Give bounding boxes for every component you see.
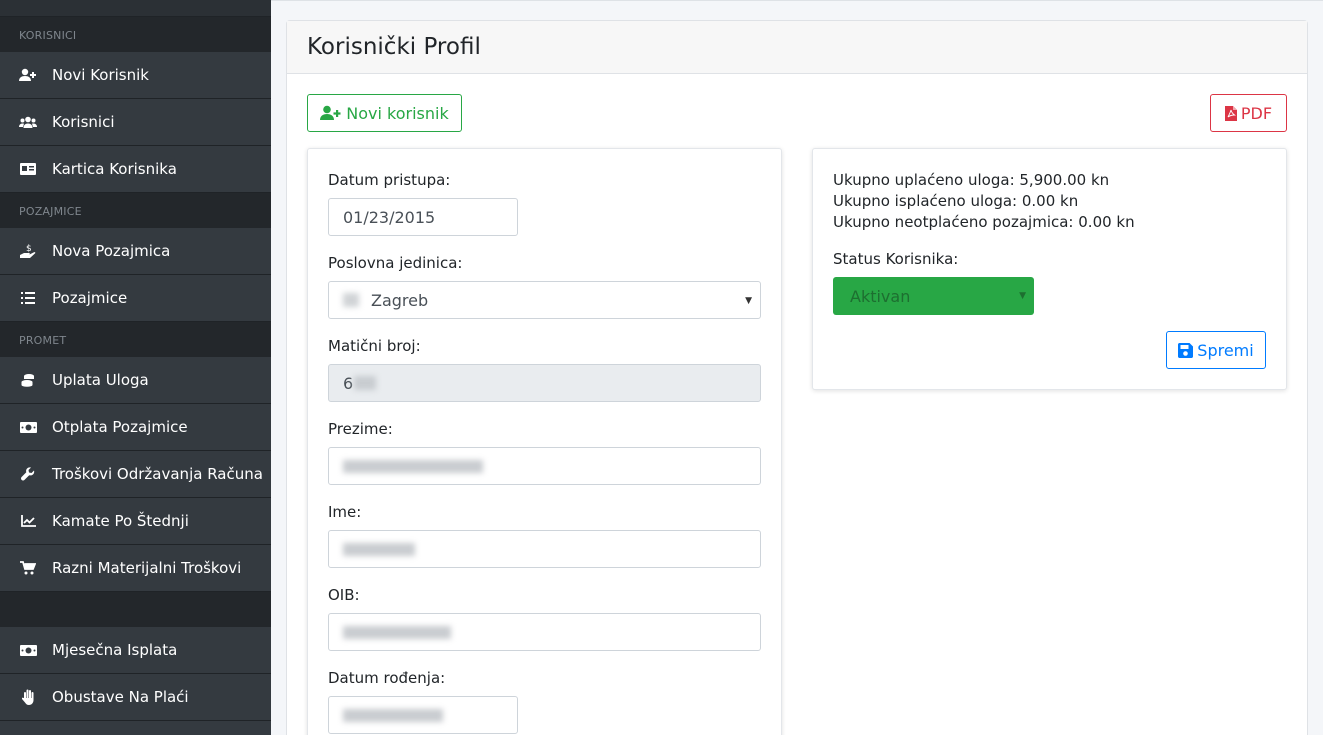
hand-paper-icon xyxy=(19,688,37,706)
sidebar-section-header: POZAJMICE xyxy=(0,193,271,228)
reg-number-input: 6 xyxy=(328,364,761,402)
pdf-button-label: PDF xyxy=(1240,103,1273,123)
redacted-text xyxy=(343,459,483,473)
sidebar-item-label: Obustave Na Plaći xyxy=(52,688,189,706)
sidebar-item-label: Korisnici xyxy=(52,113,115,131)
business-unit-select[interactable]: Zagreb ▼ xyxy=(328,281,761,319)
redacted-text xyxy=(354,376,377,390)
id-card-icon xyxy=(19,160,37,178)
save-button-label: Spremi xyxy=(1197,340,1254,360)
status-select[interactable]: Aktivan ▼ xyxy=(833,277,1034,315)
business-unit-label: Poslovna jedinica: xyxy=(328,254,463,272)
top-border xyxy=(271,0,1323,1)
sidebar-section-header: PROMET xyxy=(0,322,271,357)
wrench-icon xyxy=(19,465,37,483)
business-unit-value: Zagreb xyxy=(371,290,429,310)
reg-number-label: Matični broj: xyxy=(328,337,421,355)
user-plus-icon xyxy=(320,105,342,121)
surname-label: Prezime: xyxy=(328,420,393,438)
card-header: Korisnički Profil xyxy=(287,21,1307,74)
birth-date-label: Datum rođenja: xyxy=(328,669,446,687)
sidebar-item-label: Otplata Pozajmice xyxy=(52,418,188,436)
unpaid-loans-text: Ukupno neotplaćeno pozajmica: 0.00 kn xyxy=(833,213,1135,231)
hand-holding-dollar-icon: $ xyxy=(19,242,37,260)
birth-date-input[interactable] xyxy=(328,696,518,734)
sidebar-item-troskovi-odrzavanja[interactable]: Troškovi Održavanja Računa xyxy=(0,451,271,498)
pdf-button[interactable]: PDF xyxy=(1210,94,1287,132)
sidebar-item-kartica-korisnika[interactable]: Kartica Korisnika xyxy=(0,146,271,193)
svg-text:$: $ xyxy=(26,244,32,254)
sidebar-item-otplata-pozajmice[interactable]: Otplata Pozajmice xyxy=(0,404,271,451)
save-button[interactable]: Spremi xyxy=(1166,331,1266,369)
name-label: Ime: xyxy=(328,503,362,521)
status-value: Aktivan xyxy=(850,286,911,306)
sidebar-item-label: Razni Materijalni Troškovi xyxy=(52,559,242,577)
redacted-text xyxy=(343,542,415,556)
reg-number-value: 6 xyxy=(343,373,354,393)
shopping-cart-icon xyxy=(19,559,37,577)
new-user-button-label: Novi korisnik xyxy=(346,103,449,123)
access-date-input[interactable]: 01/23/2015 xyxy=(328,198,518,236)
save-icon xyxy=(1178,342,1194,358)
sidebar: KORISNICI Novi Korisnik Korisnici Kartic… xyxy=(0,0,271,735)
sidebar-item-novi-korisnik[interactable]: Novi Korisnik xyxy=(0,52,271,99)
list-icon xyxy=(19,289,37,307)
paid-deposits-text: Ukupno uplaćeno uloga: 5,900.00 kn xyxy=(833,171,1110,189)
oib-label: OIB: xyxy=(328,586,360,604)
sidebar-item-korisnici[interactable]: Korisnici xyxy=(0,99,271,146)
status-label: Status Korisnika: xyxy=(833,250,959,268)
sidebar-section-divider xyxy=(0,592,271,627)
surname-input[interactable] xyxy=(328,447,761,485)
sidebar-item-nova-pozajmica[interactable]: $ Nova Pozajmica xyxy=(0,228,271,275)
oib-input[interactable] xyxy=(328,613,761,651)
chart-line-icon xyxy=(19,512,37,530)
money-bill-icon xyxy=(19,418,37,436)
chevron-down-icon: ▼ xyxy=(1019,291,1026,301)
user-plus-icon xyxy=(19,66,37,84)
sidebar-item-label: Troškovi Održavanja Računa xyxy=(52,465,263,483)
sidebar-item-obustave-na-placi[interactable]: Obustave Na Plaći xyxy=(0,674,271,721)
chevron-down-icon: ▼ xyxy=(745,296,752,306)
sidebar-item-kamate-po-stednji[interactable]: Kamate Po Štednji xyxy=(0,498,271,545)
sidebar-item-label: Novi Korisnik xyxy=(52,66,149,84)
sidebar-item-razni-materijalni-troskovi[interactable]: Razni Materijalni Troškovi xyxy=(0,545,271,592)
access-date-value: 01/23/2015 xyxy=(343,207,436,227)
users-icon xyxy=(19,113,37,131)
redacted-text xyxy=(343,293,359,307)
access-date-label: Datum pristupa: xyxy=(328,171,451,189)
sidebar-item-label: Nova Pozajmica xyxy=(52,242,171,260)
sidebar-item-label: Uplata Uloga xyxy=(52,371,149,389)
sidebar-item-mjesecna-isplata[interactable]: Mjesečna Isplata xyxy=(0,627,271,674)
file-pdf-icon xyxy=(1224,105,1237,121)
sidebar-section-header: KORISNICI xyxy=(0,17,271,52)
sidebar-top-strip xyxy=(0,0,271,17)
sidebar-item-label: Pozajmice xyxy=(52,289,128,307)
sidebar-item-pozajmice[interactable]: Pozajmice xyxy=(0,275,271,322)
coins-icon xyxy=(19,371,37,389)
name-input[interactable] xyxy=(328,530,761,568)
new-user-button[interactable]: Novi korisnik xyxy=(307,94,462,132)
paid-out-deposits-text: Ukupno isplaćeno uloga: 0.00 kn xyxy=(833,192,1079,210)
sidebar-item-uplata-uloga[interactable]: Uplata Uloga xyxy=(0,357,271,404)
sidebar-item-label: Kamate Po Štednji xyxy=(52,512,189,530)
sidebar-item-label: Kartica Korisnika xyxy=(52,160,177,178)
redacted-text xyxy=(343,625,451,639)
page-title: Korisnički Profil xyxy=(307,34,481,60)
sidebar-item-label: Mjesečna Isplata xyxy=(52,641,178,659)
money-bill-icon xyxy=(19,641,37,659)
redacted-text xyxy=(343,708,443,722)
